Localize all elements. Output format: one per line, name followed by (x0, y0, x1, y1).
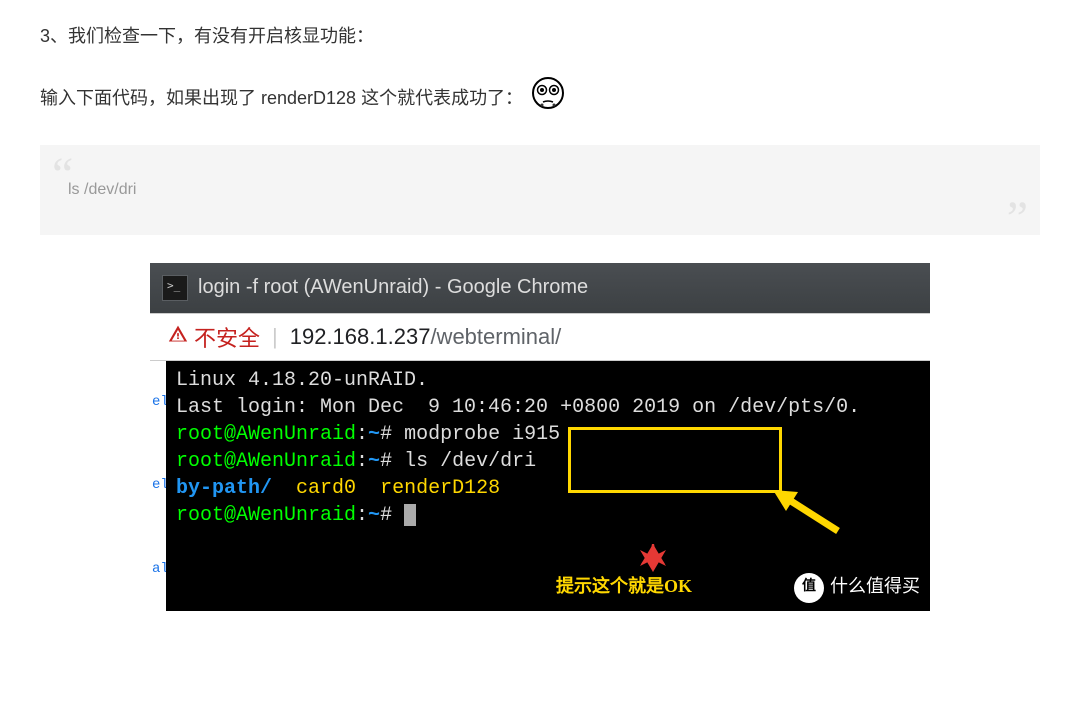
watermark: 值 什么值得买 (794, 573, 920, 603)
code-blockquote: ls /dev/dri (40, 145, 1040, 235)
terminal-line: root@AWenUnraid:~# modprobe i915 (176, 421, 922, 448)
paragraph-1: 3、我们检查一下，有没有开启核显功能： (40, 20, 1040, 52)
url-path: /webterminal/ (430, 324, 561, 349)
separator: | (268, 324, 282, 350)
browser-urlbar: 不安全 | 192.168.1.237/webterminal/ (150, 313, 930, 361)
awkward-face-icon (531, 76, 565, 120)
terminal-line: root@AWenUnraid:~# ls /dev/dri (176, 448, 922, 475)
url-host: 192.168.1.237 (290, 324, 431, 349)
paragraph-text: 输入下面代码，如果出现了 renderD128 这个就代表成功了： (40, 82, 523, 114)
warning-icon (168, 324, 188, 350)
insecure-indicator: 不安全 (168, 321, 260, 353)
terminal-body: el el alt Linux 4.18.20-unRAID. Last log… (150, 361, 930, 611)
url-text: 192.168.1.237/webterminal/ (290, 324, 562, 350)
watermark-badge-icon: 值 (794, 573, 824, 603)
code-text: ls /dev/dri (68, 181, 136, 198)
terminal-line: Last login: Mon Dec 9 10:46:20 +0800 201… (176, 394, 922, 421)
window-title: login -f root (AWenUnraid) - Google Chro… (198, 276, 588, 299)
cursor-icon (404, 504, 416, 526)
arrow-yellow-icon (768, 486, 848, 545)
paragraph-text: 3、我们检查一下，有没有开启核显功能： (40, 20, 374, 52)
watermark-text: 什么值得买 (830, 576, 920, 600)
paragraph-2: 输入下面代码，如果出现了 renderD128 这个就代表成功了： (40, 76, 1040, 120)
terminal-line: Linux 4.18.20-unRAID. (176, 367, 922, 394)
annotation-text: 提示这个就是OK (556, 574, 692, 598)
terminal-screenshot: >_ login -f root (AWenUnraid) - Google C… (150, 263, 930, 611)
cropped-fragment: el el alt (150, 361, 166, 611)
window-titlebar: >_ login -f root (AWenUnraid) - Google C… (150, 263, 930, 313)
terminal-window-icon: >_ (162, 275, 188, 301)
insecure-label: 不安全 (194, 321, 260, 353)
